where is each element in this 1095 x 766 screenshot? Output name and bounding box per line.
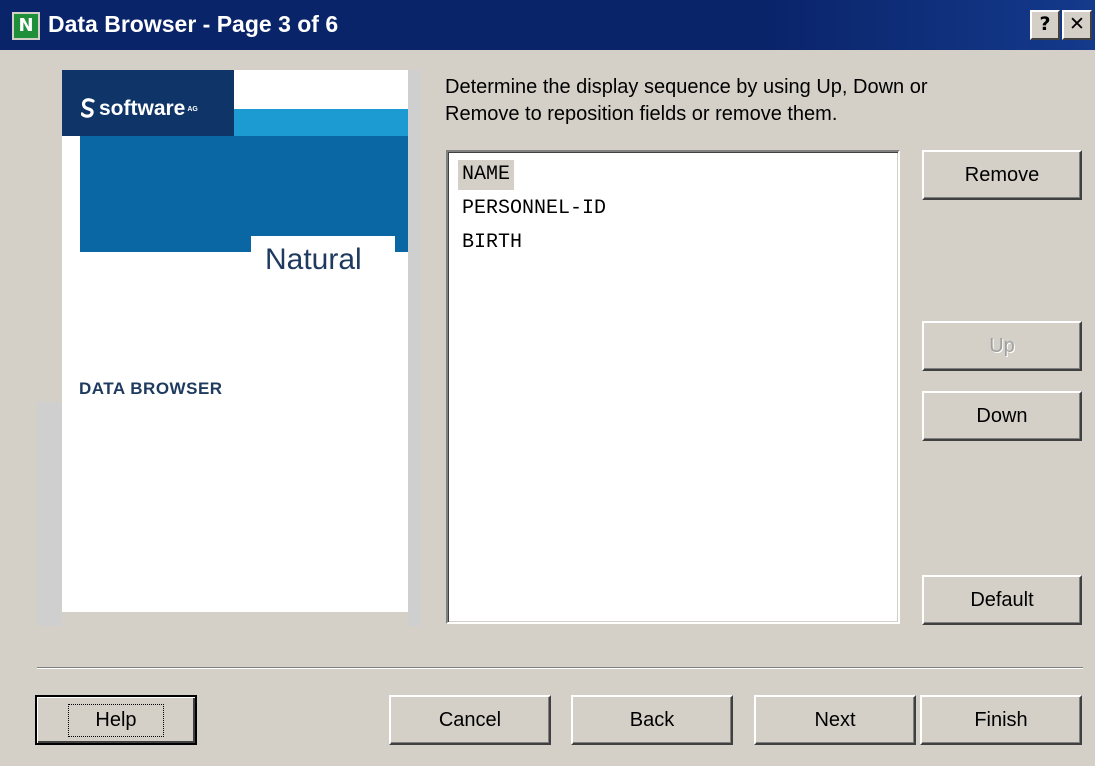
banner-blue-block bbox=[80, 136, 408, 252]
list-item[interactable]: BIRTH bbox=[458, 228, 526, 258]
natural-app-icon[interactable]: N bbox=[12, 12, 40, 40]
help-button-label: Help bbox=[68, 703, 164, 737]
remove-button[interactable]: Remove bbox=[922, 150, 1082, 200]
close-button[interactable]: ✕ bbox=[1062, 10, 1092, 40]
instruction-line-1: Determine the display sequence by using … bbox=[445, 76, 928, 98]
instruction-text: Determine the display sequence by using … bbox=[445, 74, 1045, 128]
banner-cyan-bar bbox=[234, 109, 408, 136]
logo-wordmark: software bbox=[99, 97, 186, 120]
wizard-banner: software AG Natural DATA BROWSER bbox=[37, 70, 421, 626]
cancel-button[interactable]: Cancel bbox=[389, 695, 551, 745]
software-ag-mark-icon bbox=[80, 98, 95, 118]
logo-superscript: AG bbox=[187, 106, 198, 113]
banner-left-stripe bbox=[37, 402, 62, 626]
field-sequence-listbox[interactable]: NAME PERSONNEL-ID BIRTH bbox=[446, 150, 900, 624]
context-help-button[interactable]: ? bbox=[1030, 10, 1060, 40]
footer-separator bbox=[37, 667, 1083, 669]
data-browser-dialog: N Data Browser - Page 3 of 6 ? ✕ softwar… bbox=[0, 0, 1095, 766]
list-item[interactable]: NAME bbox=[458, 160, 515, 190]
title-bar[interactable]: N Data Browser - Page 3 of 6 ? ✕ bbox=[0, 0, 1095, 50]
window-title: Data Browser - Page 3 of 6 bbox=[48, 11, 339, 37]
banner-right-stripe bbox=[408, 70, 421, 626]
next-button[interactable]: Next bbox=[754, 695, 916, 745]
finish-button[interactable]: Finish bbox=[920, 695, 1082, 745]
down-button[interactable]: Down bbox=[922, 391, 1082, 441]
instruction-line-2: Remove to reposition fields or remove th… bbox=[445, 103, 838, 125]
help-button[interactable]: Help bbox=[35, 695, 197, 745]
list-item[interactable]: PERSONNEL-ID bbox=[458, 194, 610, 224]
back-button[interactable]: Back bbox=[571, 695, 733, 745]
product-name: Natural bbox=[265, 243, 362, 276]
software-ag-logo: software AG bbox=[80, 96, 198, 123]
banner-blue-corner bbox=[395, 240, 408, 252]
default-button[interactable]: Default bbox=[922, 575, 1082, 625]
up-button[interactable]: Up bbox=[922, 321, 1082, 371]
banner-caption: DATA BROWSER bbox=[79, 379, 223, 398]
